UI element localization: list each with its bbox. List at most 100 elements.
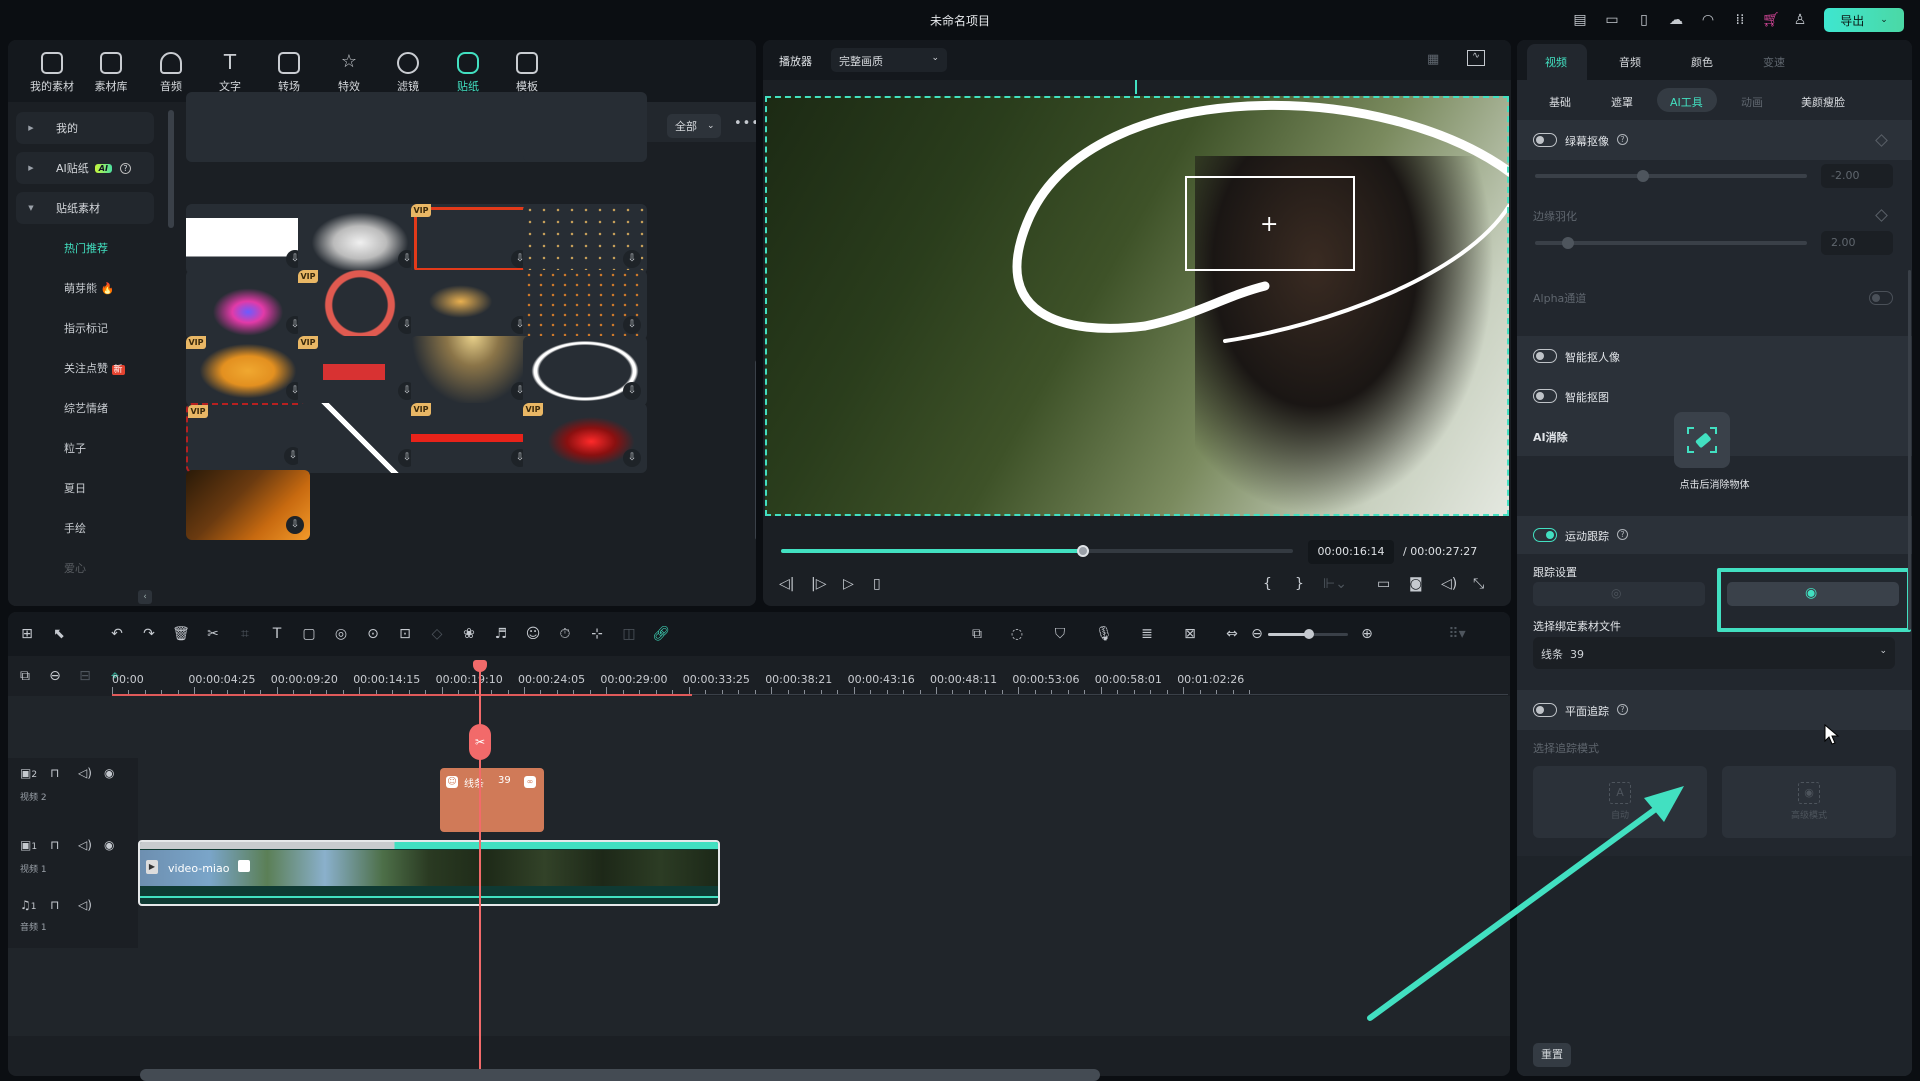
- feedback-icon[interactable]: ▤: [1571, 11, 1589, 29]
- text-tool-icon[interactable]: T: [268, 626, 286, 642]
- tab-speed[interactable]: 变速: [1763, 54, 1785, 70]
- next-frame-icon[interactable]: |▷: [811, 576, 826, 592]
- chroma-key-toggle[interactable]: [1533, 133, 1557, 147]
- sticker-card-golden-rays[interactable]: ⇩: [411, 336, 535, 406]
- help-icon[interactable]: ?: [119, 162, 131, 174]
- sticker-card-red-circle[interactable]: VIP ⇩: [298, 270, 422, 340]
- tab-filters[interactable]: 滤镜: [382, 52, 434, 94]
- sticker-card-gold-light-trail[interactable]: ⇩: [411, 270, 535, 340]
- scope-icon[interactable]: ∿: [1467, 50, 1485, 66]
- lock-icon[interactable]: ⊓: [50, 766, 59, 780]
- timeline-hscrollbar[interactable]: [140, 1069, 1100, 1081]
- tab-effects[interactable]: ☆ 特效: [323, 52, 375, 94]
- keyframe-tool-icon[interactable]: ◇: [428, 626, 446, 642]
- undo-icon[interactable]: ↶: [108, 626, 126, 642]
- sticker-card-white-banner[interactable]: ⇩: [186, 204, 310, 274]
- crop-icon[interactable]: ⌗: [236, 626, 254, 642]
- nav-group-sticker-assets[interactable]: ▼ 贴纸素材: [16, 192, 154, 224]
- eye-icon[interactable]: ◉: [104, 838, 114, 852]
- sticker-clip[interactable]: ☺ 线条 39 ∞: [440, 768, 544, 832]
- tab-library[interactable]: 素材库: [85, 52, 137, 94]
- tab-video[interactable]: 视频: [1545, 54, 1567, 70]
- video-clip[interactable]: ▶ video-miao: [138, 840, 720, 906]
- split-icon[interactable]: ✂: [204, 626, 222, 642]
- audio-mix-icon[interactable]: ≣: [1138, 626, 1156, 642]
- time-ruler[interactable]: ⧉ ⊖ ⊟ ⌖ 00:00 00:00:04:25 00:00:09:20 00:00…: [8, 656, 1510, 696]
- bind-file-dropdown[interactable]: 线条 39 ⌄: [1533, 637, 1895, 669]
- zoom-in-icon[interactable]: ⊕: [1358, 626, 1376, 642]
- color-match-icon[interactable]: ❀: [460, 626, 478, 642]
- mode-advanced-button[interactable]: ◉ 高级模式: [1722, 766, 1896, 838]
- lock-icon[interactable]: ⊓: [50, 898, 59, 912]
- subtab-beauty[interactable]: 美颜瘦脸: [1801, 94, 1845, 110]
- apps-icon[interactable]: ⁞⁞: [1731, 11, 1749, 29]
- play-icon[interactable]: ▷: [843, 576, 854, 592]
- download-icon[interactable]: ⇩: [623, 449, 641, 467]
- sticker-card-gold-particles[interactable]: ⇩: [523, 204, 647, 274]
- subtab-animation[interactable]: 动画: [1741, 94, 1763, 110]
- nav-scrollbar[interactable]: [168, 110, 174, 228]
- fullscreen-icon[interactable]: ⤡: [1473, 576, 1484, 592]
- save-icon[interactable]: ▯: [1635, 11, 1653, 29]
- tab-audio[interactable]: 音频: [145, 52, 197, 94]
- tab-templates[interactable]: 模板: [501, 52, 553, 94]
- playback-scrubber[interactable]: [1077, 545, 1090, 557]
- grid-view-icon[interactable]: ▦: [1427, 52, 1439, 67]
- sticker-card-neon-red-arrow[interactable]: VIP ⇩: [523, 403, 647, 473]
- ai-erase-button[interactable]: [1674, 412, 1730, 468]
- sticker-card-partial[interactable]: [523, 92, 647, 162]
- add-track-icon[interactable]: ⧉: [16, 668, 34, 684]
- ai-audio-icon[interactable]: ♬: [492, 626, 510, 642]
- sticker-card-white-arrow[interactable]: ⇩: [298, 403, 422, 473]
- filter-dropdown[interactable]: 全部 ⌄: [667, 114, 721, 138]
- sticker-card-snake-2025-text[interactable]: VIP ⇩: [186, 336, 310, 406]
- zoom-out-icon[interactable]: ⊖: [1248, 626, 1266, 642]
- reset-button[interactable]: 重置: [1533, 1043, 1571, 1067]
- sticker-card-partial[interactable]: [186, 92, 310, 162]
- track-option-overlap[interactable]: ◎: [1533, 582, 1705, 606]
- volume-icon[interactable]: ◁): [1441, 576, 1457, 592]
- timer-icon[interactable]: ⏱︎: [556, 626, 574, 642]
- snapshot-track-icon[interactable]: ⊠: [1181, 626, 1199, 642]
- nav-item-markers[interactable]: 指示标记: [64, 320, 108, 336]
- sticker-card-partial[interactable]: [298, 92, 422, 162]
- insert-icon[interactable]: ⊩⌄: [1323, 576, 1347, 592]
- nav-group-mine[interactable]: ▶ 我的: [16, 112, 154, 144]
- sticker-card-partial[interactable]: [411, 92, 535, 162]
- subtab-ai-tools[interactable]: AI工具: [1670, 94, 1703, 110]
- nav-item-hot[interactable]: 热门推荐: [64, 240, 108, 256]
- mic-icon[interactable]: 🎙︎: [1095, 626, 1113, 642]
- tab-text[interactable]: T 文字: [204, 52, 256, 94]
- mode-auto-button[interactable]: A 自动: [1533, 766, 1707, 838]
- feather-slider-track[interactable]: [1535, 241, 1807, 245]
- tab-color[interactable]: 颜色: [1691, 54, 1713, 70]
- sticker-card-dashed-red-frame[interactable]: VIP ⇩: [186, 403, 310, 473]
- delete-icon[interactable]: 🗑︎: [172, 626, 190, 642]
- track-settings-icon[interactable]: ⠿▾: [1448, 626, 1466, 642]
- fit-icon[interactable]: ⇔: [1223, 626, 1241, 642]
- portrait-icon[interactable]: ☺: [524, 626, 542, 642]
- layout-icon[interactable]: ▭: [1603, 11, 1621, 29]
- stabilize-icon[interactable]: ◫: [620, 626, 638, 642]
- tab-stickers[interactable]: 贴纸: [442, 52, 494, 94]
- tab-my-media[interactable]: 我的素材: [26, 52, 78, 94]
- ai-clip-icon[interactable]: ⧉: [968, 626, 986, 642]
- marker-icon[interactable]: ⛉: [1051, 626, 1069, 642]
- nav-item-particles[interactable]: 粒子: [64, 440, 86, 456]
- render-icon[interactable]: ◌: [1008, 626, 1026, 642]
- nav-item-bear[interactable]: 萌芽熊 🔥: [64, 280, 114, 296]
- feather-slider-knob[interactable]: [1562, 237, 1574, 249]
- subtab-mask[interactable]: 遮罩: [1611, 94, 1633, 110]
- mute-icon[interactable]: ◁): [78, 766, 92, 780]
- prev-frame-icon[interactable]: ◁|: [779, 576, 794, 592]
- sticker-card-white-ellipse[interactable]: ⇩: [523, 336, 647, 406]
- chroma-slider-knob[interactable]: [1637, 170, 1649, 182]
- sticker-card-neon-swoosh[interactable]: ⇩: [186, 270, 310, 340]
- translate-icon[interactable]: ⊡: [396, 626, 414, 642]
- grid-scrollbar[interactable]: [755, 360, 756, 540]
- keyframe-icon[interactable]: [1875, 209, 1888, 222]
- mark-in-icon[interactable]: {: [1263, 576, 1272, 592]
- chroma-slider-track[interactable]: [1535, 174, 1807, 178]
- help-icon[interactable]: ?: [1617, 134, 1628, 145]
- speech-text-icon[interactable]: ⊙: [364, 626, 382, 642]
